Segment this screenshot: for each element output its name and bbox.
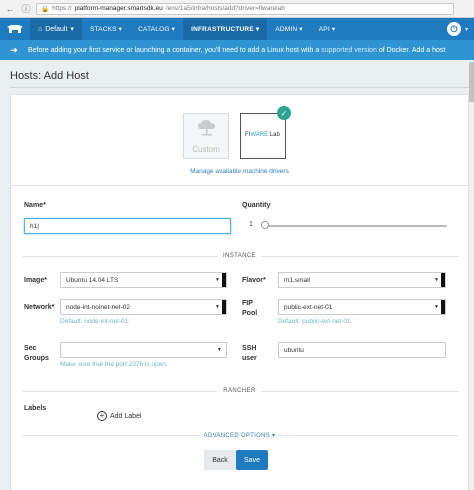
url-path: /env/1a5/infra/hosts/add?driver=fiwarela… (165, 5, 285, 12)
chevron-down-icon: ▾ (70, 26, 74, 33)
quantity-slider-handle[interactable] (261, 221, 269, 229)
add-host-form: Name* h1| Quantity 1 INSTANCE Image* Ubu… (10, 186, 469, 490)
network-select[interactable]: node-int-noinet-net-02 ▼ (60, 299, 227, 315)
nav-infrastructure-label: INFRASTRUCTURE (191, 25, 254, 33)
ssh-user-input[interactable]: ubuntu (278, 342, 446, 358)
flavor-select-value: m1.small (284, 276, 311, 284)
fip-pool-select[interactable]: public-ext-net-01 ▼ (278, 299, 446, 315)
rancher-logo-icon[interactable] (0, 18, 30, 40)
network-label: Network* (24, 304, 55, 311)
driver-card-custom[interactable]: Custom (183, 113, 229, 159)
image-label: Image* (24, 277, 47, 284)
back-arrow-icon[interactable]: ← (4, 3, 16, 15)
add-label-button[interactable]: + Add Label (97, 411, 142, 421)
chevron-down-icon: ▾ (255, 26, 260, 33)
banner-text-middle: of Docker. (378, 46, 411, 54)
image-select[interactable]: Ubuntu 14.04 LTS ▼ (60, 272, 227, 288)
cloud-server-icon (198, 120, 215, 136)
add-label-text: Add Label (110, 412, 142, 420)
chevron-down-icon: ▼ (215, 304, 220, 310)
page-scrollbar[interactable] (469, 60, 474, 490)
chevron-down-icon: ▾ (331, 26, 336, 33)
machine-driver-panel: Custom FIWARE Lab Manage available machi… (10, 94, 469, 186)
lock-icon: 🔒 (41, 5, 50, 13)
name-label: Name* (24, 202, 46, 209)
divider (10, 87, 469, 88)
nav-api[interactable]: API ▾ (311, 18, 344, 40)
sec-groups-label-2: Groups (24, 355, 49, 362)
fiware-lab-logo: FIWARE Lab (245, 132, 280, 138)
nav-infrastructure[interactable]: INFRASTRUCTURE ▾ (183, 18, 268, 40)
save-button[interactable]: Save (236, 450, 268, 470)
select-scrollbar (441, 273, 445, 287)
browser-address-bar: ← ⓘ 🔒 https://platform-manager.smartsdk.… (0, 0, 474, 18)
page-scrollbar-thumb[interactable] (469, 62, 474, 102)
user-menu-power-icon[interactable]: ⏻ (446, 22, 461, 36)
url-prefix: https:// (52, 5, 72, 12)
quantity-label: Quantity (242, 202, 271, 209)
quantity-slider-track[interactable] (263, 225, 447, 227)
labels-label: Labels (24, 405, 47, 412)
flavor-select[interactable]: m1.small ▼ (278, 272, 446, 288)
nav-stacks[interactable]: STACKS ▾ (82, 18, 130, 40)
chevron-down-icon: ▾ (299, 26, 303, 33)
environment-selector[interactable]: ⌂ Default ▾ (30, 18, 82, 40)
ssh-user-label-1: SSH (242, 345, 257, 352)
nav-stacks-label: STACKS (89, 25, 117, 33)
fip-pool-select-value: public-ext-net-01 (284, 303, 333, 311)
fip-pool-label-1: FIP (242, 300, 253, 307)
flavor-label: Flavor* (242, 277, 266, 284)
manage-drivers-link[interactable]: Manage available machine drivers (11, 168, 468, 175)
arrow-right-icon: ➜ (10, 44, 18, 55)
home-icon: ⌂ (38, 25, 43, 33)
chevron-down-icon: ▼ (434, 277, 439, 283)
sec-groups-label-1: Sec (24, 345, 37, 352)
page-title: Hosts: Add Host (10, 70, 89, 82)
info-icon[interactable]: ⓘ (20, 3, 32, 15)
select-scrollbar (222, 273, 226, 287)
quantity-value: 1 (249, 221, 253, 228)
nav-catalog[interactable]: CATALOG ▾ (130, 18, 183, 40)
select-scrollbar (441, 300, 445, 314)
nav-admin[interactable]: ADMIN ▾ (267, 18, 310, 40)
plus-icon: + (97, 411, 107, 421)
driver-custom-label: Custom (192, 145, 220, 154)
top-navigation: ⌂ Default ▾ STACKS ▾ CATALOG ▾ INFRASTRUCT… (0, 18, 474, 40)
name-input[interactable]: h1| (24, 218, 231, 234)
advanced-options-toggle[interactable]: ADVANCED OPTIONS ▾ (11, 432, 468, 439)
chevron-down-icon: ▼ (217, 347, 222, 353)
sec-groups-select[interactable]: ▼ (60, 342, 227, 358)
select-scrollbar (222, 300, 226, 314)
selected-check-icon: ✓ (277, 106, 291, 120)
chevron-down-icon: ▾ (118, 26, 123, 33)
section-rancher-label: RANCHER (11, 388, 468, 394)
banner-text: Before adding your first service or laun… (28, 46, 320, 54)
driver-card-fiware-lab[interactable]: FIWARE Lab (240, 113, 286, 159)
warning-banner: ➜ Before adding your first service or la… (0, 40, 474, 60)
add-host-link[interactable]: Add a host (412, 47, 445, 54)
section-instance-label: INSTANCE (11, 253, 468, 259)
nav-admin-label: ADMIN (275, 25, 298, 33)
back-button[interactable]: Back (204, 450, 236, 470)
fip-pool-hint: Default: public-ext-net-01. (278, 318, 353, 325)
chevron-down-icon[interactable]: ▾ (465, 26, 468, 33)
chevron-down-icon: ▼ (215, 277, 220, 283)
fip-pool-label-2: Pool (242, 310, 258, 317)
environment-label: Default (45, 25, 68, 33)
chevron-down-icon: ▾ (171, 26, 176, 33)
chevron-down-icon: ▾ (272, 433, 276, 439)
sec-groups-hint: Make sure that the port 2376 is open. (60, 361, 168, 368)
network-hint: Default: node-int-net-01. (60, 318, 131, 325)
url-input[interactable]: 🔒 https://platform-manager.smartsdk.eu/e… (36, 2, 454, 15)
nav-api-label: API (318, 25, 330, 33)
ssh-user-label-2: user (242, 355, 257, 362)
nav-catalog-label: CATALOG (138, 25, 170, 33)
chevron-down-icon: ▼ (434, 304, 439, 310)
image-select-value: Ubuntu 14.04 LTS (66, 276, 119, 284)
network-select-value: node-int-noinet-net-02 (66, 303, 130, 311)
url-host: platform-manager.smartsdk.eu (74, 5, 163, 12)
supported-version-link[interactable]: supported version (321, 47, 377, 54)
